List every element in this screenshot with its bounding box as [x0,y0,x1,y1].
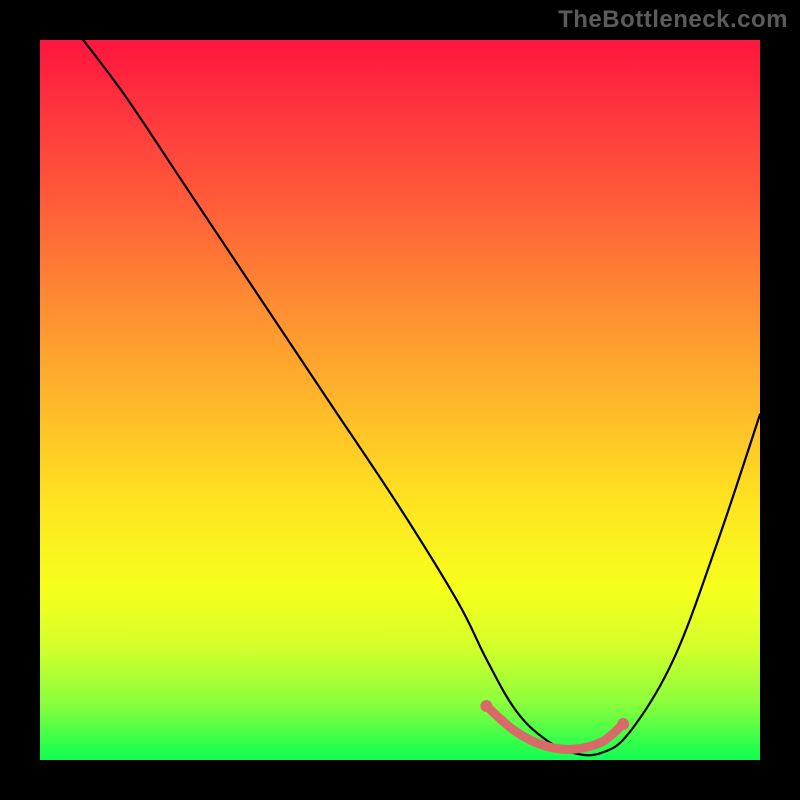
optimal-range-end-dot [617,718,629,730]
chart-frame: TheBottleneck.com [0,0,800,800]
curve-svg [40,40,760,760]
bottleneck-curve [83,40,760,755]
optimal-range-marker [486,706,623,749]
optimal-range-start-dot [480,700,492,712]
watermark-text: TheBottleneck.com [558,6,788,34]
plot-area [40,40,760,760]
